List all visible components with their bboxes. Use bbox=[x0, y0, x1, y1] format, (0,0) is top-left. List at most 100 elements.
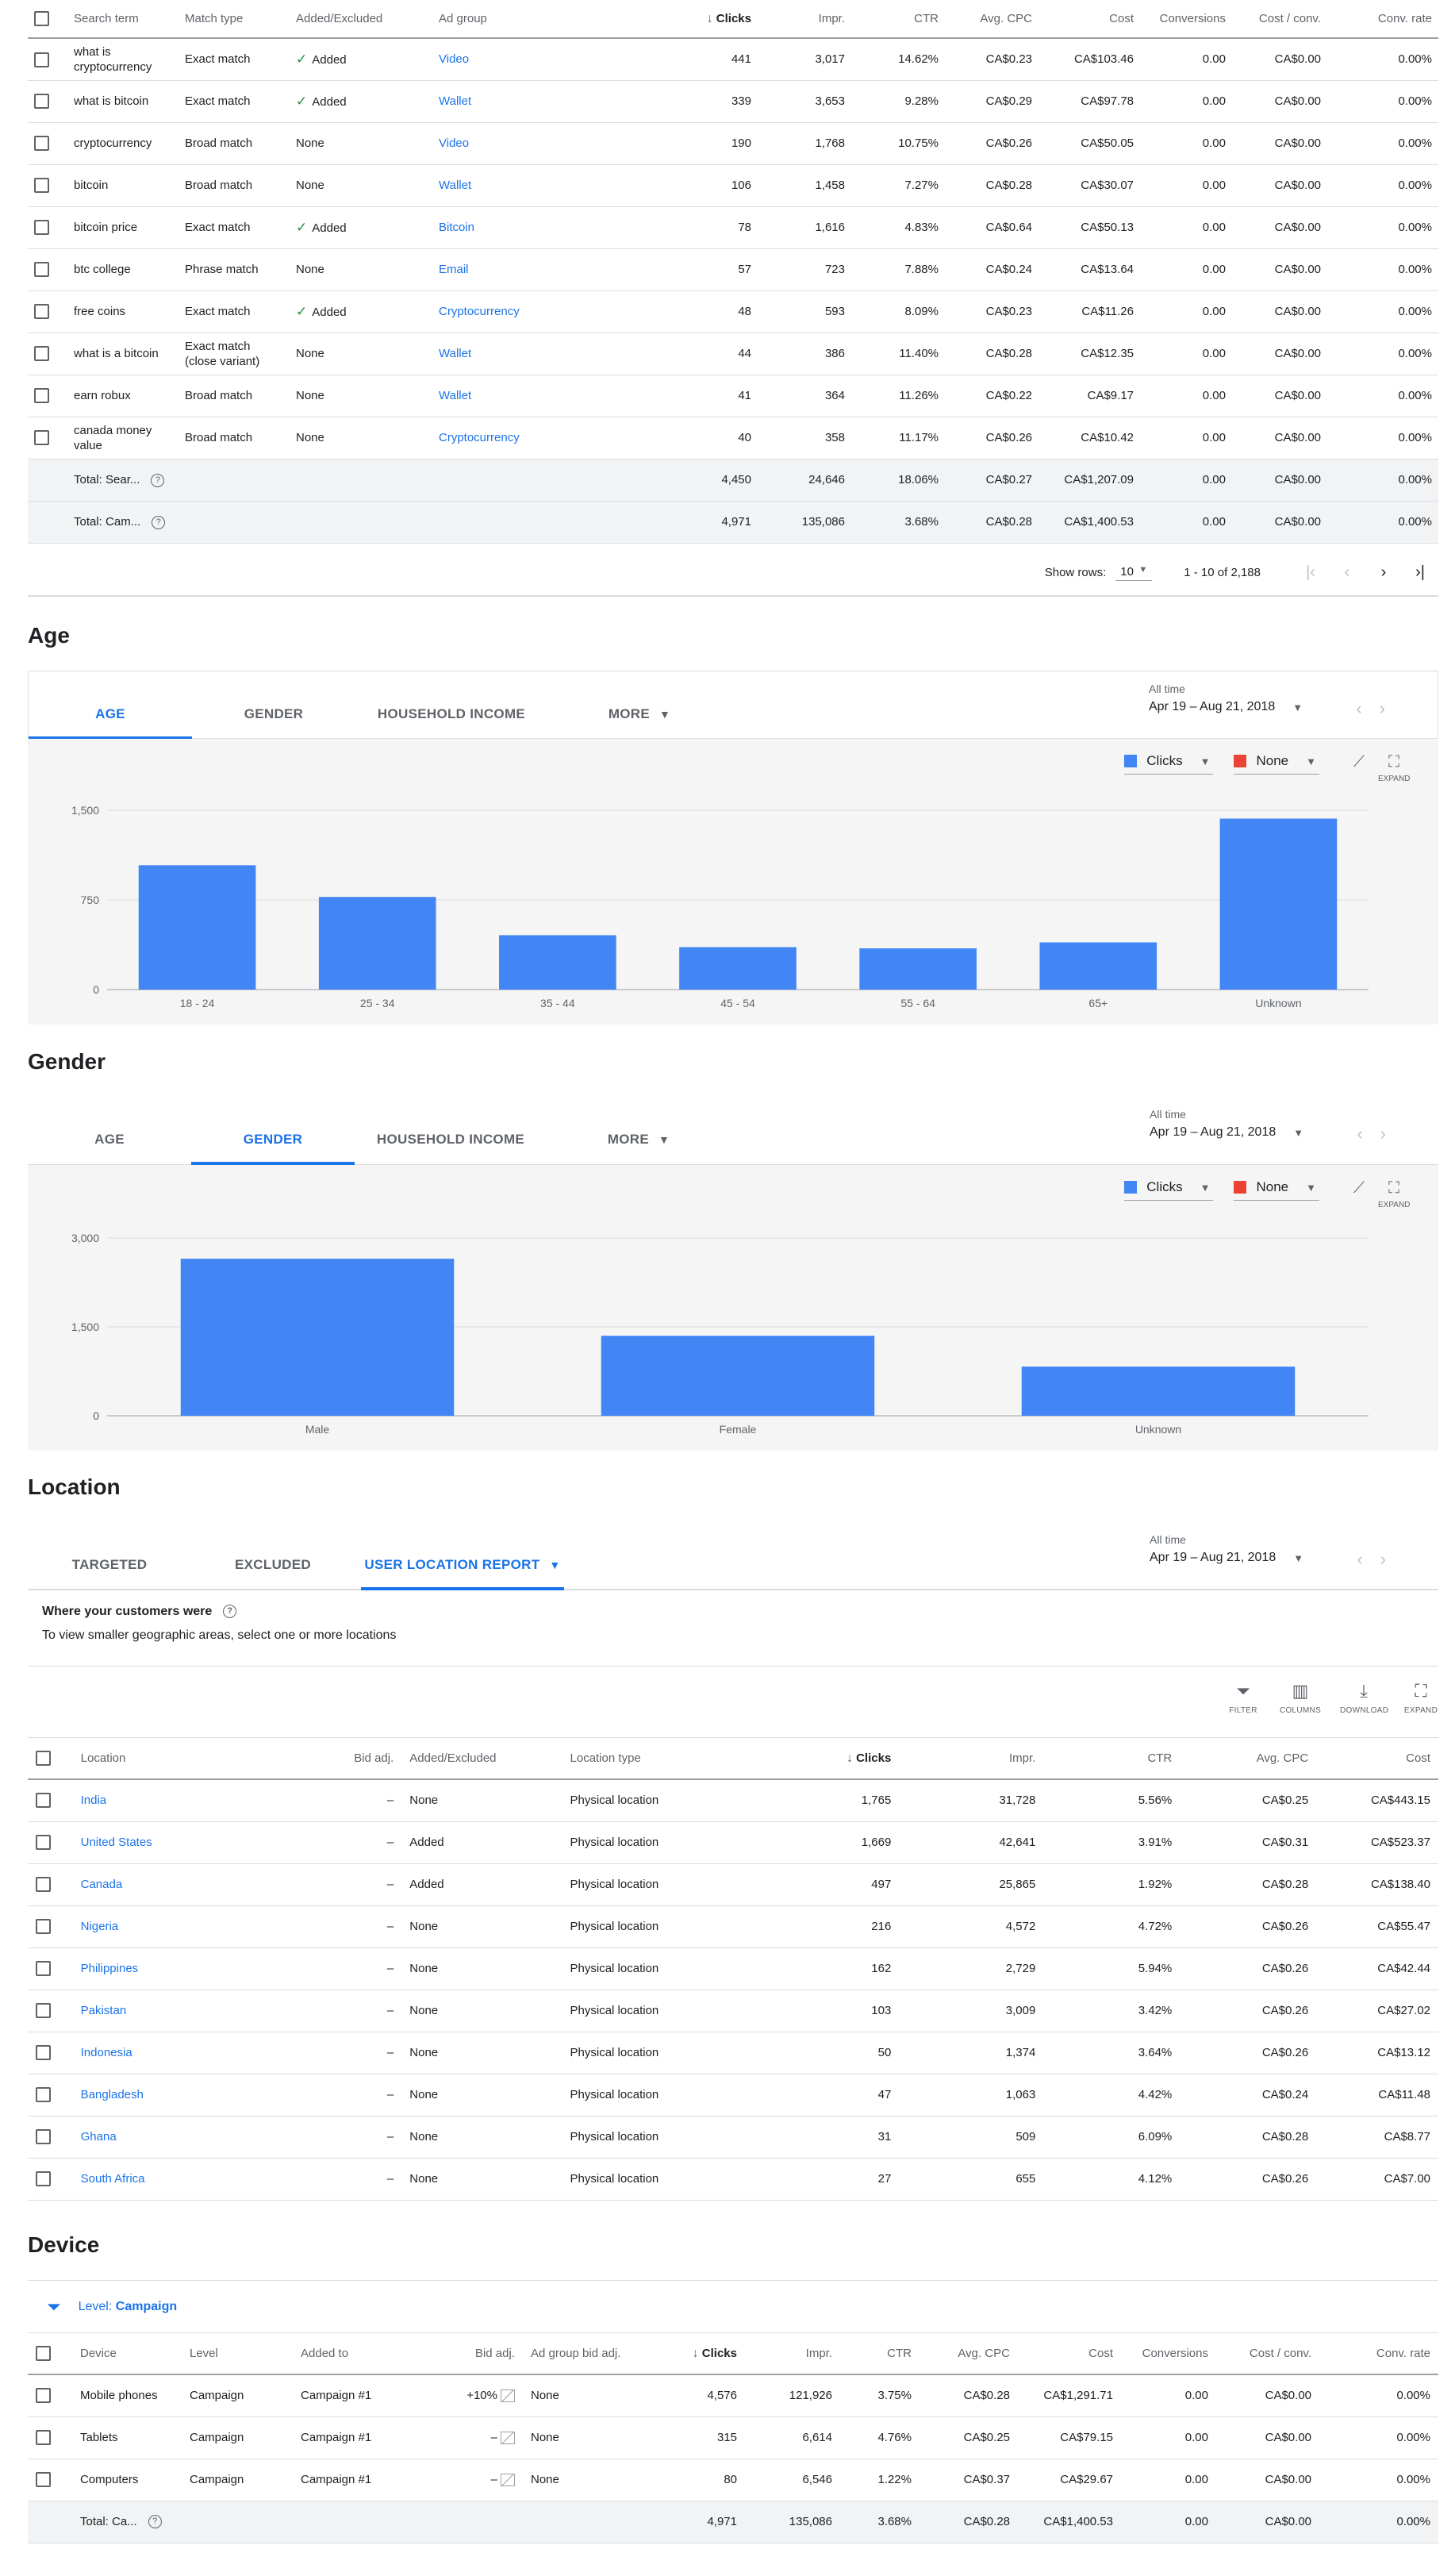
col-cost-per-conv[interactable]: Cost / conv. bbox=[1232, 0, 1327, 39]
col-bid-adj[interactable]: Bid adj. bbox=[436, 2333, 523, 2375]
col-added-to[interactable]: Added to bbox=[293, 2333, 436, 2375]
prev-range-icon[interactable]: ‹ bbox=[1357, 1549, 1380, 1569]
col-impr[interactable]: Impr. bbox=[745, 2333, 840, 2375]
prev-range-icon[interactable]: ‹ bbox=[1357, 1124, 1380, 1144]
col-ad-group-bid-adj[interactable]: Ad group bid adj. bbox=[523, 2333, 650, 2375]
location-link[interactable]: South Africa bbox=[72, 2158, 290, 2201]
expand-tool[interactable]: ⛶ EXPAND bbox=[1397, 1681, 1445, 1715]
row-checkbox[interactable] bbox=[36, 1919, 51, 1934]
columns-tool[interactable]: ▥ COLUMNS bbox=[1276, 1681, 1324, 1715]
bar[interactable] bbox=[1219, 818, 1338, 990]
row-checkbox[interactable] bbox=[36, 2430, 51, 2445]
date-range-picker[interactable]: All time Apr 19 – Aug 21, 2018 ▼ ‹› bbox=[1150, 1533, 1403, 1569]
col-cost[interactable]: Cost bbox=[1316, 1738, 1438, 1780]
help-icon[interactable]: ? bbox=[151, 473, 165, 487]
row-checkbox[interactable] bbox=[34, 220, 49, 236]
col-clicks[interactable]: ↓ Clicks bbox=[778, 1738, 900, 1780]
ad-group-link[interactable]: Wallet bbox=[432, 80, 670, 123]
ad-group-link[interactable]: Video bbox=[432, 122, 670, 165]
col-search-term[interactable]: Search term bbox=[67, 0, 179, 39]
location-link[interactable]: Philippines bbox=[72, 1947, 290, 1990]
ad-group-link[interactable]: Video bbox=[432, 38, 670, 81]
date-range-picker[interactable]: All time Apr 19 – Aug 21, 2018 ▼ ‹› bbox=[1150, 1108, 1403, 1144]
show-rows-select[interactable]: 10 ▼ bbox=[1115, 563, 1153, 581]
tab-gender[interactable]: GENDER bbox=[191, 1097, 355, 1165]
location-link[interactable]: Ghana bbox=[72, 2116, 290, 2159]
col-avg-cpc[interactable]: Avg. CPC bbox=[1180, 1738, 1317, 1780]
last-page-icon[interactable]: ›| bbox=[1402, 563, 1438, 582]
row-checkbox[interactable] bbox=[36, 1793, 51, 1809]
bar[interactable] bbox=[1039, 942, 1157, 990]
row-checkbox[interactable] bbox=[36, 2045, 51, 2060]
row-checkbox[interactable] bbox=[36, 1835, 51, 1850]
row-checkbox[interactable] bbox=[34, 262, 49, 278]
next-range-icon[interactable]: › bbox=[1380, 1549, 1403, 1569]
col-conv-rate[interactable]: Conv. rate bbox=[1319, 2333, 1438, 2375]
col-avg-cpc[interactable]: Avg. CPC bbox=[919, 2333, 1018, 2375]
select-all-checkbox[interactable] bbox=[34, 11, 49, 26]
next-range-icon[interactable]: › bbox=[1380, 1124, 1403, 1144]
row-checkbox[interactable] bbox=[34, 178, 49, 194]
tab-targeted[interactable]: TARGETED bbox=[28, 1522, 191, 1590]
col-cost[interactable]: Cost bbox=[1018, 2333, 1121, 2375]
location-link[interactable]: Bangladesh bbox=[72, 2074, 290, 2117]
tab-age[interactable]: AGE bbox=[28, 1097, 191, 1165]
select-all-checkbox[interactable] bbox=[36, 1751, 51, 1766]
row-checkbox[interactable] bbox=[34, 52, 49, 67]
location-link[interactable]: United States bbox=[72, 1821, 290, 1864]
col-impr[interactable]: Impr. bbox=[899, 1738, 1044, 1780]
location-link[interactable]: Pakistan bbox=[72, 1990, 290, 2032]
ad-group-link[interactable]: Cryptocurrency bbox=[432, 290, 670, 333]
next-range-icon[interactable]: › bbox=[1380, 698, 1403, 718]
filter-tool[interactable]: ⏷ FILTER bbox=[1219, 1681, 1267, 1715]
col-conv-rate[interactable]: Conv. rate bbox=[1327, 0, 1438, 39]
bid-adj-cell[interactable]: +10% bbox=[436, 2374, 523, 2417]
col-match-type[interactable]: Match type bbox=[179, 0, 290, 39]
col-cost-per-conv[interactable]: Cost / conv. bbox=[1216, 2333, 1319, 2375]
location-link[interactable]: Indonesia bbox=[72, 2032, 290, 2074]
bar[interactable] bbox=[318, 897, 436, 990]
col-impr[interactable]: Impr. bbox=[758, 0, 851, 39]
tab-excluded[interactable]: EXCLUDED bbox=[191, 1522, 355, 1590]
row-checkbox[interactable] bbox=[34, 346, 49, 362]
row-checkbox[interactable] bbox=[34, 94, 49, 110]
date-range-picker[interactable]: All time Apr 19 – Aug 21, 2018 ▼ ‹› bbox=[1149, 682, 1403, 718]
bid-adj-cell[interactable]: – bbox=[289, 2074, 402, 2117]
col-ad-group[interactable]: Ad group bbox=[432, 0, 670, 39]
bid-adj-cell[interactable]: – bbox=[289, 1863, 402, 1906]
col-clicks[interactable]: ↓ Clicks bbox=[650, 2333, 745, 2375]
prev-range-icon[interactable]: ‹ bbox=[1356, 698, 1379, 718]
tab-gender[interactable]: GENDER bbox=[192, 671, 355, 740]
row-checkbox[interactable] bbox=[34, 430, 49, 446]
edit-bid-icon[interactable] bbox=[501, 2474, 515, 2487]
ad-group-link[interactable]: Wallet bbox=[432, 375, 670, 417]
row-checkbox[interactable] bbox=[34, 304, 49, 320]
bar[interactable] bbox=[499, 935, 616, 990]
tab-more[interactable]: MORE ▼ bbox=[584, 671, 695, 740]
tab-household-income[interactable]: HOUSEHOLD INCOME bbox=[355, 1097, 547, 1165]
col-bid-adj[interactable]: Bid adj. bbox=[289, 1738, 402, 1780]
bar[interactable] bbox=[1021, 1367, 1296, 1416]
col-clicks[interactable]: ↓ Clicks bbox=[670, 0, 758, 39]
col-device[interactable]: Device bbox=[72, 2333, 182, 2375]
row-checkbox[interactable] bbox=[36, 2472, 51, 2487]
tab-age[interactable]: AGE bbox=[29, 671, 192, 740]
location-link[interactable]: India bbox=[72, 1779, 290, 1822]
bid-adj-cell[interactable]: – bbox=[289, 1947, 402, 1990]
col-ctr[interactable]: CTR bbox=[840, 2333, 919, 2375]
bid-adj-cell[interactable]: – bbox=[289, 2158, 402, 2201]
col-added-excluded[interactable]: Added/Excluded bbox=[290, 0, 432, 39]
ad-group-link[interactable]: Email bbox=[432, 248, 670, 291]
col-added-excluded[interactable]: Added/Excluded bbox=[401, 1738, 562, 1780]
row-checkbox[interactable] bbox=[36, 2129, 51, 2144]
prev-page-icon[interactable]: ‹ bbox=[1329, 563, 1365, 582]
tab-household-income[interactable]: HOUSEHOLD INCOME bbox=[355, 671, 547, 740]
bar[interactable] bbox=[138, 865, 256, 990]
location-link[interactable]: Nigeria bbox=[72, 1905, 290, 1948]
col-cost[interactable]: Cost bbox=[1038, 0, 1140, 39]
bid-adj-cell[interactable]: – bbox=[436, 2416, 523, 2459]
row-checkbox[interactable] bbox=[36, 2171, 51, 2186]
level-filter-bar[interactable]: ⏷ Level: Campaign bbox=[28, 2281, 1438, 2333]
row-checkbox[interactable] bbox=[34, 388, 49, 404]
bid-adj-cell[interactable]: – bbox=[289, 1990, 402, 2032]
